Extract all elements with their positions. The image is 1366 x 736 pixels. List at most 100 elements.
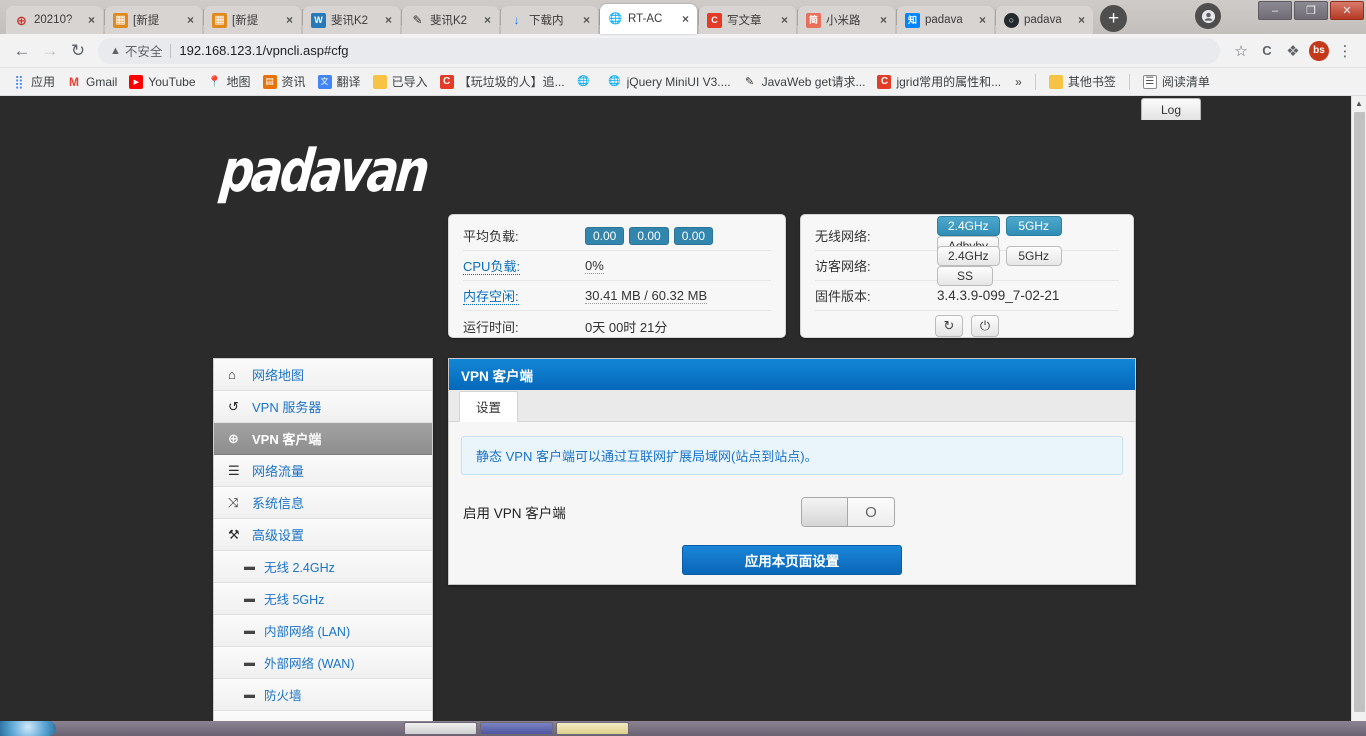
puzzle-extensions-icon[interactable]: ❖ xyxy=(1280,38,1306,64)
other-bookmarks-folder[interactable]: 其他书签 xyxy=(1043,71,1122,92)
browser-tab[interactable]: W 斐讯K2 × xyxy=(303,6,400,34)
sidebar-item-label: 网络流量 xyxy=(252,464,305,479)
profile-badge[interactable]: bs xyxy=(1306,38,1332,64)
browser-tab[interactable]: ○ padava × xyxy=(996,6,1093,34)
bookmark-item[interactable]: 文翻译 xyxy=(312,71,367,92)
status-label[interactable]: 内存空闲: xyxy=(463,289,519,305)
power-button[interactable]: ⏻ xyxy=(971,315,999,337)
tab-close-icon[interactable]: × xyxy=(480,13,495,28)
reboot-button[interactable]: ↻ xyxy=(935,315,963,337)
browser-tab[interactable]: ▦ [新提 × xyxy=(105,6,202,34)
back-button[interactable]: ← xyxy=(8,37,36,65)
bookmark-item[interactable]: M Gmail xyxy=(61,73,123,91)
bookmark-star-icon[interactable]: ☆ xyxy=(1228,38,1254,64)
wireless-toggle-2-4ghz[interactable]: 2.4GHz xyxy=(937,215,1000,236)
guest-toggle-ss[interactable]: SS xyxy=(937,265,993,286)
bookmarks-overflow-button[interactable]: » xyxy=(1009,73,1028,91)
sidebar-item-网络地图[interactable]: ⌂ 网络地图 xyxy=(214,359,432,391)
bookmark-item[interactable]: ⣿ 应用 xyxy=(6,71,61,92)
apply-settings-button[interactable]: 应用本页面设置 xyxy=(682,545,902,575)
load-badge: 0.00 xyxy=(629,226,669,245)
bookmark-item[interactable]: ▤ 资讯 xyxy=(257,71,312,92)
scroll-up-icon[interactable]: ▲ xyxy=(1352,96,1366,111)
sidebar-item-防火墙[interactable]: ▬ 防火墙 xyxy=(214,679,432,711)
reading-list-button[interactable]: ☰ 阅读清单 xyxy=(1137,71,1216,92)
guest-toggle-5ghz[interactable]: 5GHz xyxy=(1005,245,1062,266)
sidebar-item-内部网络--lan-[interactable]: ▬ 内部网络 (LAN) xyxy=(214,615,432,647)
taskbar-item[interactable] xyxy=(556,722,629,735)
tab-close-icon[interactable]: × xyxy=(975,13,990,28)
bookmark-item[interactable]: C 【玩垃圾的人】追... xyxy=(434,71,571,92)
bookmark-item[interactable]: 已导入 xyxy=(367,71,434,92)
status-row: 运行时间: 0天 00时 21分 xyxy=(463,311,771,341)
info-notice: 静态 VPN 客户端可以通过互联网扩展局域网(站点到站点)。 xyxy=(461,436,1123,475)
firmware-version-link[interactable]: 3.4.3.9-099_7-02-21 xyxy=(937,288,1119,303)
bookmark-item[interactable]: 📍 地图 xyxy=(202,71,257,92)
tab-close-icon[interactable]: × xyxy=(381,13,396,28)
sidebar-item-系统信息[interactable]: ⤨ 系统信息 xyxy=(214,487,432,519)
sidebar-item-外部网络--wan-[interactable]: ▬ 外部网络 (WAN) xyxy=(214,647,432,679)
bookmark-item[interactable]: Cjgrid常用的属性和... xyxy=(871,71,1007,92)
reload-button[interactable]: ↻ xyxy=(64,37,92,65)
tab-title: padava xyxy=(1024,14,1062,26)
sidebar-item-label: 内部网络 (LAN) xyxy=(264,625,351,639)
browser-tab[interactable]: 知 padava × xyxy=(897,6,994,34)
page-scrollbar[interactable]: ▲ ▼ xyxy=(1351,96,1366,736)
browser-tab-active[interactable]: 🌐 RT-AC × xyxy=(600,4,697,34)
start-button[interactable] xyxy=(0,721,56,736)
address-bar[interactable]: ▲ 不安全 192.168.123.1/vpncli.asp#cfg xyxy=(98,37,1220,64)
sidebar-item-网络流量[interactable]: ☰ 网络流量 xyxy=(214,455,432,487)
sidebar-item-无线-5ghz[interactable]: ▬ 无线 5GHz xyxy=(214,583,432,615)
tab-close-icon[interactable]: × xyxy=(282,13,297,28)
forward-button[interactable]: → xyxy=(36,37,64,65)
sidebar-item-vpn-服务器[interactable]: ↺ VPN 服务器 xyxy=(214,391,432,423)
tab-title: [新提 xyxy=(232,15,259,27)
browser-tab[interactable]: 简小米路 × xyxy=(798,6,895,34)
status-value: 0% xyxy=(585,258,771,274)
guest-toggle-2-4ghz[interactable]: 2.4GHz xyxy=(937,245,1000,266)
sidebar-item-label: VPN 客户端 xyxy=(252,432,322,447)
sidebar-item-无线-2.4ghz[interactable]: ▬ 无线 2.4GHz xyxy=(214,551,432,583)
profile-avatar-button[interactable] xyxy=(1195,3,1221,29)
sidebar-nav: ⌂ 网络地图 ↺ VPN 服务器 ⊕ VPN 客户端 ☰ 网络流量 ⤨ 系统信息 ⚒ 高级设置 ▬ 无线 … xyxy=(213,358,433,736)
tab-close-icon[interactable]: × xyxy=(1074,13,1089,28)
taskbar-item[interactable] xyxy=(404,722,477,735)
tab-title: 小米路 xyxy=(826,15,861,27)
taskbar-item[interactable] xyxy=(480,722,553,735)
enable-vpn-toggle[interactable]: O xyxy=(801,497,895,527)
bookmarks-bar: ⣿ 应用 M Gmail ▶ YouTube 📍 地图 ▤ 资讯文翻译 已导入 C 【玩垃圾的人】追..… xyxy=(0,68,1366,96)
tab-close-icon[interactable]: × xyxy=(579,13,594,28)
new-tab-button[interactable]: + xyxy=(1100,5,1127,32)
bookmark-item[interactable]: ▶ YouTube xyxy=(123,73,201,91)
minimize-button[interactable]: – xyxy=(1258,1,1292,20)
extension-c-icon[interactable]: C xyxy=(1254,38,1280,64)
tab-close-icon[interactable]: × xyxy=(876,13,891,28)
wireless-toggle-5ghz[interactable]: 5GHz xyxy=(1005,215,1062,236)
status-value: 0.00 0.00 0.00 xyxy=(585,226,771,245)
tab-close-icon[interactable]: × xyxy=(678,12,693,27)
status-row: 内存空闲: 30.41 MB / 60.32 MB xyxy=(463,281,771,311)
status-value: 30.41 MB / 60.32 MB xyxy=(585,288,771,304)
log-tab-button[interactable]: Log xyxy=(1141,98,1201,120)
maximize-button[interactable]: ❐ xyxy=(1294,1,1328,20)
security-status[interactable]: ▲ 不安全 xyxy=(110,41,162,60)
browser-tab[interactable]: C 写文章 × xyxy=(699,6,796,34)
tab-close-icon[interactable]: × xyxy=(183,13,198,28)
bookmark-item[interactable]: 🌐 xyxy=(571,73,602,91)
chrome-menu-icon[interactable]: ⋮ xyxy=(1332,38,1358,64)
browser-tab[interactable]: ▦ [新提 × xyxy=(204,6,301,34)
close-window-button[interactable]: ✕ xyxy=(1330,1,1364,20)
browser-tab[interactable]: ↓ 下载内 × xyxy=(501,6,598,34)
browser-tab[interactable]: ⊕ 20210? × xyxy=(6,6,103,34)
tab-close-icon[interactable]: × xyxy=(777,13,792,28)
tab-settings[interactable]: 设置 xyxy=(459,391,519,422)
sidebar-item-高级设置[interactable]: ⚒ 高级设置 xyxy=(214,519,432,551)
youtube-icon: ▶ xyxy=(129,74,144,89)
bookmark-item[interactable]: ✎ JavaWeb get请求... xyxy=(737,71,872,92)
scrollbar-thumb[interactable] xyxy=(1354,112,1365,712)
sidebar-item-vpn-客户端[interactable]: ⊕ VPN 客户端 xyxy=(214,423,432,455)
tab-close-icon[interactable]: × xyxy=(84,13,99,28)
browser-tab[interactable]: ✎ 斐讯K2 × xyxy=(402,6,499,34)
bookmark-item[interactable]: 🌐 jQuery MiniUI V3.... xyxy=(602,73,737,91)
status-label[interactable]: CPU负载: xyxy=(463,259,521,275)
